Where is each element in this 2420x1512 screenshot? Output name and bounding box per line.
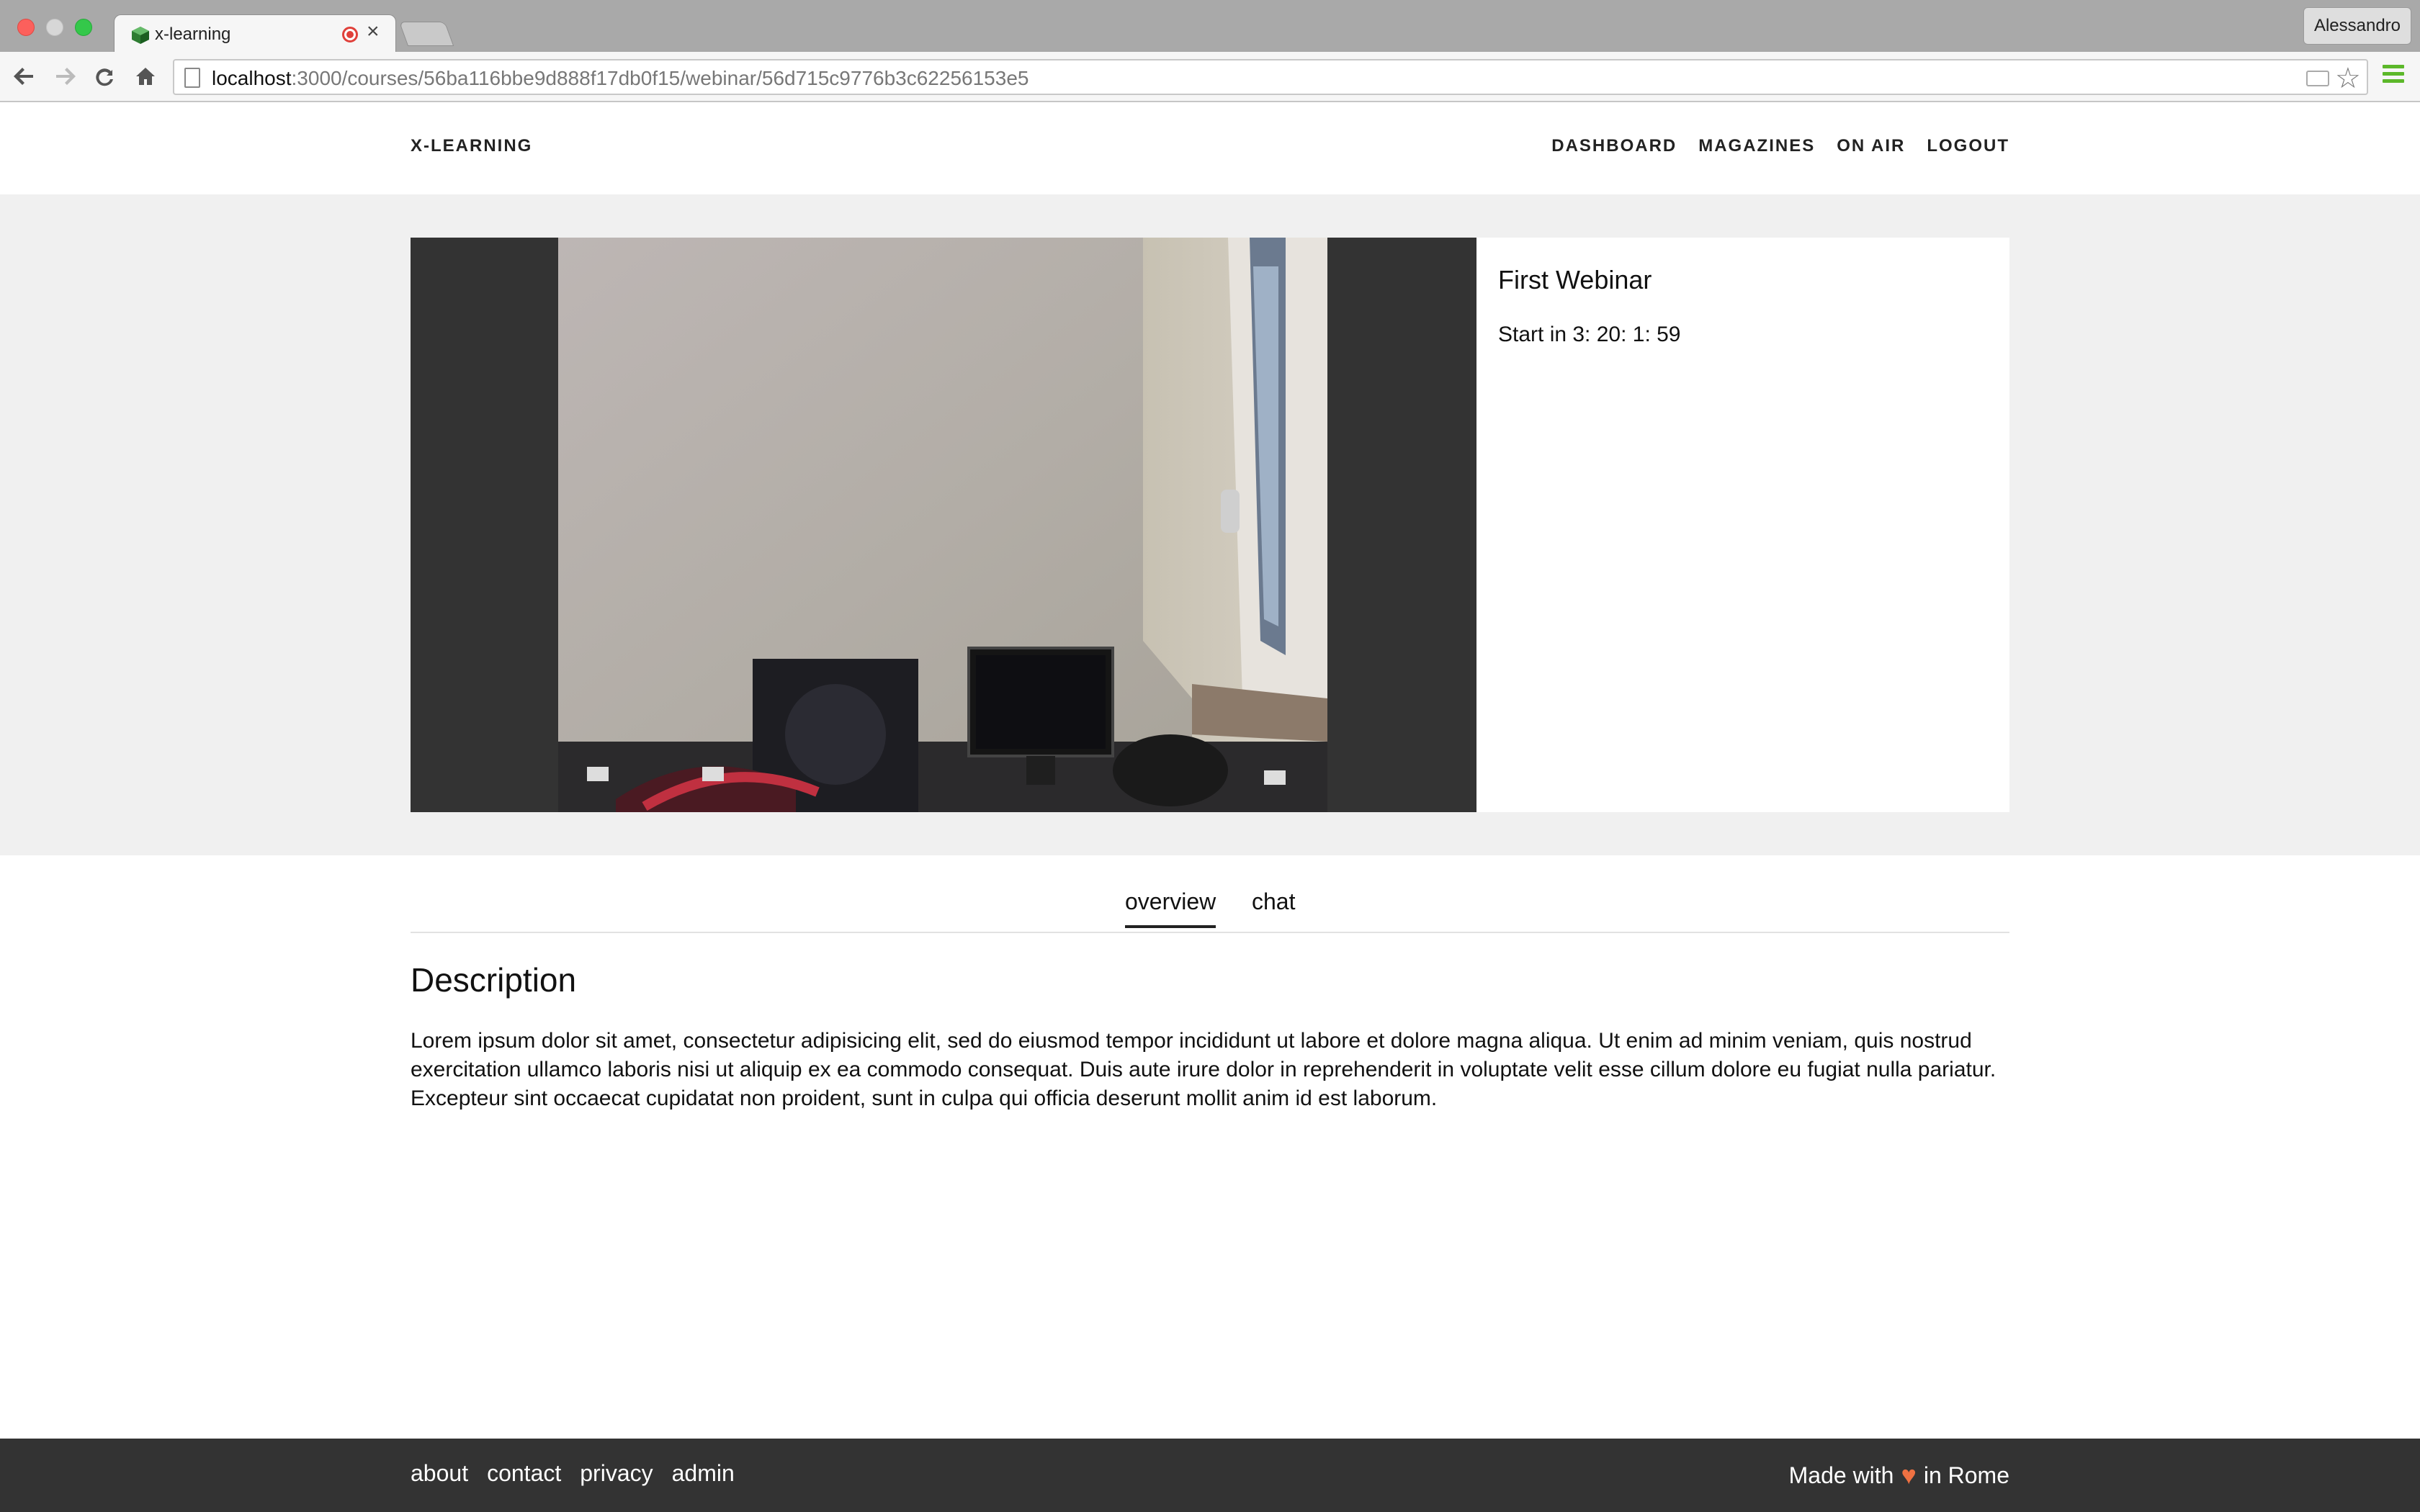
favicon-icon xyxy=(132,27,149,44)
nav-logout[interactable]: LOGOUT xyxy=(1927,136,2009,156)
made-with-prefix: Made with xyxy=(1788,1462,1894,1488)
address-bar[interactable]: localhost:3000/courses/56ba116bbe9d888f1… xyxy=(173,59,2368,95)
footer-link-about[interactable]: about xyxy=(411,1460,468,1487)
site-logo[interactable]: X-LEARNING xyxy=(411,136,532,156)
maximize-window-button[interactable] xyxy=(75,19,92,36)
home-button[interactable] xyxy=(130,60,161,92)
reload-icon xyxy=(96,68,113,86)
made-with-credit: Made with ♥ in Rome xyxy=(1789,1460,2009,1490)
site-footer: about contact privacy admin Made with ♥ … xyxy=(0,1439,2420,1512)
webinar-countdown: Start in 3: 20: 1: 59 xyxy=(1498,323,1681,346)
webinar-hero: First Webinar Start in 3: 20: 1: 59 xyxy=(0,194,2420,855)
camera-icon[interactable] xyxy=(2306,71,2329,86)
new-tab-button[interactable] xyxy=(398,22,454,46)
footer-link-privacy[interactable]: privacy xyxy=(580,1460,653,1487)
page: X-LEARNING DASHBOARD MAGAZINES ON AIR LO… xyxy=(0,102,2420,1512)
browser-tab[interactable]: x-learning × xyxy=(114,14,396,53)
site-header: X-LEARNING DASHBOARD MAGAZINES ON AIR LO… xyxy=(0,102,2420,194)
nav-on-air[interactable]: ON AIR xyxy=(1837,136,1905,156)
tab-title: x-learning xyxy=(155,24,231,44)
url-text[interactable]: localhost:3000/courses/56ba116bbe9d888f1… xyxy=(212,67,1028,90)
description-heading: Description xyxy=(411,961,577,999)
close-window-button[interactable] xyxy=(17,19,35,36)
footer-link-contact[interactable]: contact xyxy=(487,1460,561,1487)
webinar-info-panel: First Webinar Start in 3: 20: 1: 59 xyxy=(1476,238,2009,812)
tab-close-icon[interactable]: × xyxy=(367,19,380,43)
page-icon xyxy=(184,68,200,88)
tab-overview[interactable]: overview xyxy=(1125,888,1216,928)
forward-button[interactable] xyxy=(49,60,81,92)
browser-tabstrip: x-learning × Alessandro xyxy=(0,0,2420,53)
reload-button[interactable] xyxy=(89,60,121,92)
browser-menu-icon[interactable] xyxy=(2383,65,2404,86)
description-text: Lorem ipsum dolor sit amet, consectetur … xyxy=(411,1029,1996,1110)
nav-dashboard[interactable]: DASHBOARD xyxy=(1551,136,1677,156)
tab-chat[interactable]: chat xyxy=(1252,888,1295,925)
nav-magazines[interactable]: MAGAZINES xyxy=(1698,136,1815,156)
recording-icon xyxy=(342,27,358,42)
browser-toolbar: localhost:3000/courses/56ba116bbe9d888f1… xyxy=(0,52,2420,102)
back-button[interactable] xyxy=(9,60,40,92)
home-icon xyxy=(136,68,155,85)
footer-links: about contact privacy admin xyxy=(411,1460,735,1487)
heart-icon: ♥ xyxy=(1901,1460,1917,1490)
arrow-right-icon xyxy=(56,68,76,85)
webcam-video xyxy=(558,238,1327,812)
made-with-suffix: in Rome xyxy=(1923,1462,2009,1488)
webinar-title: First Webinar xyxy=(1498,265,1652,294)
video-player[interactable] xyxy=(411,238,1476,812)
profile-button[interactable]: Alessandro xyxy=(2303,7,2411,45)
footer-link-admin[interactable]: admin xyxy=(672,1460,735,1487)
main-nav: DASHBOARD MAGAZINES ON AIR LOGOUT xyxy=(1551,136,2009,156)
arrow-left-icon xyxy=(14,68,33,85)
bookmark-star-icon[interactable]: ☆ xyxy=(2335,62,2361,95)
content-tabs: overview chat xyxy=(411,873,2009,933)
minimize-window-button[interactable] xyxy=(46,19,63,36)
